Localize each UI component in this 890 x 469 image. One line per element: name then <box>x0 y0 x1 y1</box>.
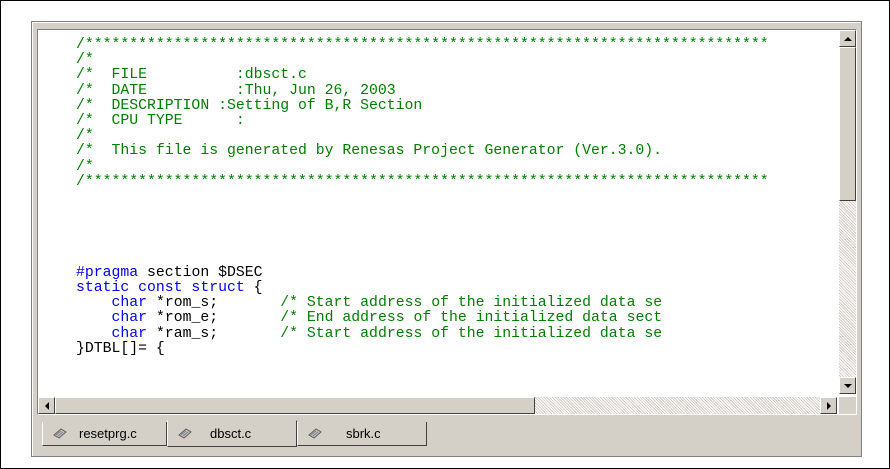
code-line: static const struct { <box>76 280 837 296</box>
code-token: *rom_s; <box>147 295 281 312</box>
code-line: /***************************************… <box>76 37 837 53</box>
code-line: #pragma section $DSEC <box>76 264 837 281</box>
editor-pane: /***************************************… <box>37 29 857 415</box>
code-comment: /* CPU TYPE : <box>76 112 245 129</box>
code-line: /***************************************… <box>76 173 837 190</box>
code-keyword: static const struct <box>76 280 245 296</box>
code-line: /* <box>76 129 837 144</box>
code-line: /* This file is generated by Renesas Pro… <box>76 144 837 159</box>
code-comment: /* DESCRIPTION :Setting of B,R Section <box>76 97 423 114</box>
code-comment: /* End address of the initialized data s… <box>280 310 663 327</box>
code-line: /* <box>76 158 837 175</box>
tab-label: sbrk.c <box>346 426 381 441</box>
tab-dbsct[interactable]: dbsct.c <box>167 420 297 447</box>
code-line: /* <box>76 53 837 68</box>
scroll-left-button[interactable] <box>38 397 55 414</box>
code-token: section $DSEC <box>138 264 263 281</box>
scrollbar-corner <box>839 397 856 414</box>
editor-gutter <box>38 30 75 394</box>
file-icon <box>178 427 192 440</box>
code-editor[interactable]: /***************************************… <box>38 30 837 394</box>
code-line: /* FILE :dbsct.c <box>76 68 837 83</box>
tab-resetprg[interactable]: resetprg.c <box>42 422 167 446</box>
code-keyword: char <box>111 310 148 327</box>
code-keyword: #pragma <box>76 264 139 281</box>
code-comment: /* Start address of the initialized data… <box>280 295 663 312</box>
arrow-left-icon <box>44 401 49 410</box>
code-comment: /* Start address of the initialized data… <box>280 325 663 342</box>
tab-label: resetprg.c <box>79 426 137 441</box>
code-token: }DTBL[]= { <box>76 340 165 357</box>
scroll-down-button[interactable] <box>839 377 856 394</box>
vertical-scrollbar[interactable] <box>839 30 856 394</box>
code-comment: /***************************************… <box>76 173 769 190</box>
horizontal-scroll-thumb[interactable] <box>55 397 535 414</box>
code-token: *rom_e; <box>147 310 281 327</box>
code-line: char *rom_e; /* End address of the initi… <box>76 311 837 326</box>
file-icon <box>308 427 322 440</box>
file-icon <box>53 427 67 440</box>
arrow-right-icon <box>826 401 831 410</box>
code-line: /* CPU TYPE : <box>76 112 837 129</box>
code-comment: /* FILE :dbsct.c <box>76 67 307 84</box>
file-tab-bar: resetprg.c dbsct.c sbrk.c <box>37 420 855 450</box>
code-comment: /***************************************… <box>76 37 769 53</box>
code-line: char *ram_s; /* Start address of the ini… <box>76 325 837 342</box>
code-comment: /* This file is generated by Renesas Pro… <box>76 143 663 160</box>
arrow-up-icon <box>843 36 852 41</box>
screenshot-frame: /***************************************… <box>0 0 890 469</box>
tab-sbrk[interactable]: sbrk.c <box>297 422 427 446</box>
code-keyword: char <box>111 325 148 342</box>
vertical-scroll-thumb[interactable] <box>839 47 856 201</box>
scroll-right-button[interactable] <box>820 397 837 414</box>
code-line: /* DATE :Thu, Jun 26, 2003 <box>76 82 837 99</box>
code-comment: /* <box>76 52 94 69</box>
tab-label: dbsct.c <box>210 426 252 441</box>
code-line: }DTBL[]= { <box>76 340 837 357</box>
code-comment: /* DATE :Thu, Jun 26, 2003 <box>76 82 396 99</box>
editor-window: /***************************************… <box>31 21 862 457</box>
code-comment: /* <box>76 128 94 145</box>
scroll-up-button[interactable] <box>839 30 856 47</box>
code-line: /* DESCRIPTION :Setting of B,R Section <box>76 97 837 114</box>
code-token: { <box>244 280 263 296</box>
code-line: char *rom_s; /* Start address of the ini… <box>76 296 837 311</box>
horizontal-scrollbar[interactable] <box>38 397 837 414</box>
code-text[interactable]: /***************************************… <box>76 37 837 357</box>
arrow-down-icon <box>843 383 852 388</box>
code-keyword: char <box>111 295 148 312</box>
code-token: *ram_s; <box>147 325 281 342</box>
code-comment: /* <box>76 158 94 175</box>
